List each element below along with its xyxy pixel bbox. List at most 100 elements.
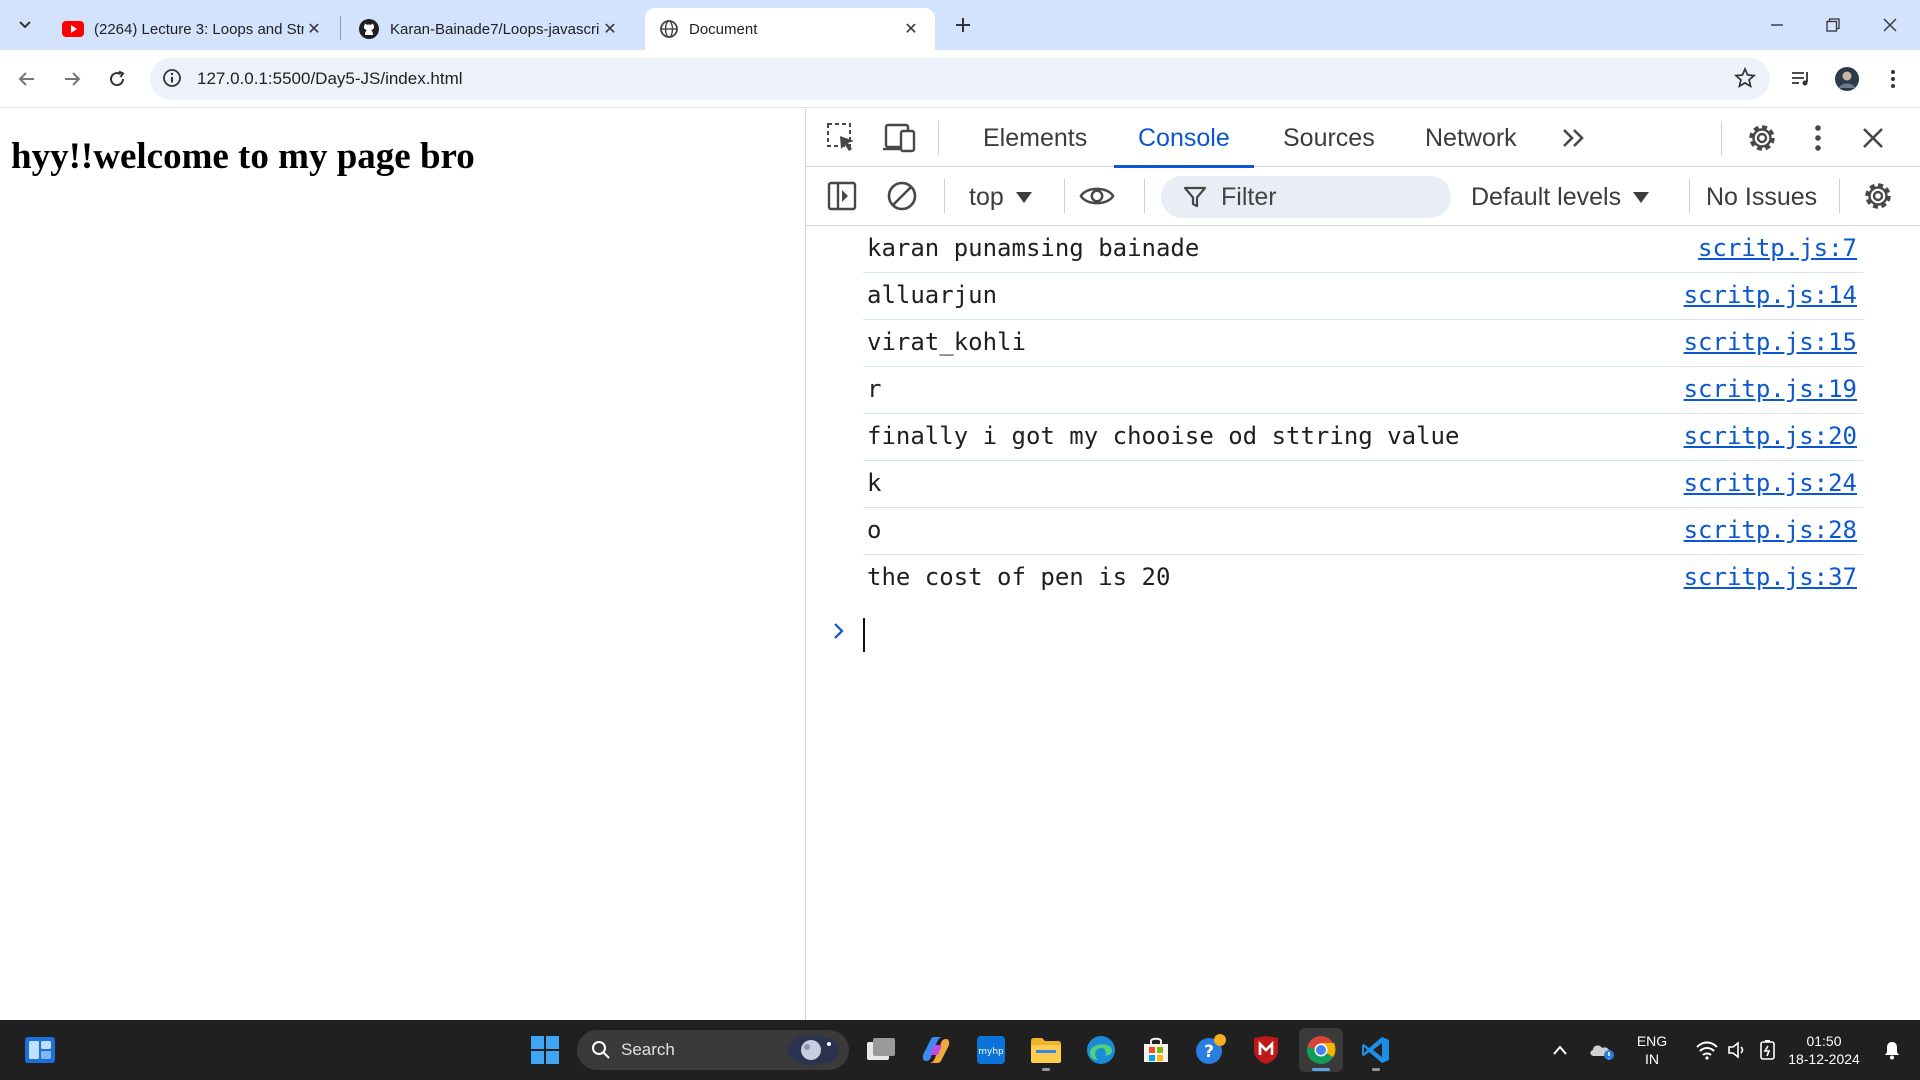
divider — [1839, 179, 1840, 213]
chrome-button[interactable] — [1299, 1028, 1343, 1072]
log-source-link[interactable]: scritp.js:28 — [1684, 516, 1857, 544]
vscode-button[interactable] — [1354, 1028, 1398, 1072]
task-view-button[interactable] — [859, 1028, 903, 1072]
filter-input[interactable]: Filter — [1161, 176, 1451, 218]
console-output: karan punamsing bainade scritp.js:7 allu… — [806, 226, 1920, 1020]
console-input-cursor[interactable] — [863, 618, 865, 652]
devtools-menu-button[interactable] — [1800, 120, 1836, 156]
log-source-link[interactable]: scritp.js:19 — [1684, 375, 1857, 403]
log-message: finally i got my chooise od sttring valu… — [867, 422, 1460, 450]
issues-counter[interactable]: No Issues — [1706, 180, 1817, 214]
volume-icon — [1728, 1041, 1744, 1059]
log-source-link[interactable]: scritp.js:15 — [1684, 328, 1857, 356]
language-code: ENG — [1636, 1033, 1668, 1049]
console-log-row: the cost of pen is 20 scritp.js:37 — [863, 555, 1863, 602]
clear-console-button[interactable] — [884, 178, 920, 214]
copilot-button[interactable] — [914, 1028, 958, 1072]
site-info-icon[interactable] — [162, 68, 182, 93]
divider — [938, 121, 939, 155]
tab-youtube[interactable]: (2264) Lecture 3: Loops and Stri ✕ — [48, 8, 338, 50]
log-source-link[interactable]: scritp.js:37 — [1684, 563, 1857, 591]
media-controls-button[interactable] — [1785, 63, 1817, 95]
forward-button[interactable] — [56, 63, 88, 95]
tab-elements[interactable]: Elements — [983, 109, 1087, 167]
clock[interactable]: 01:50 18-12-2024 — [1778, 1032, 1870, 1068]
profile-avatar[interactable] — [1831, 63, 1863, 95]
myhp-button[interactable]: myhp — [969, 1028, 1013, 1072]
tab-document[interactable]: Document ✕ — [645, 8, 935, 50]
tab-title: Karan-Bainade7/Loops-javascrip — [390, 20, 600, 38]
chevron-double-right-icon — [1563, 129, 1584, 147]
console-log-row: o scritp.js:28 — [863, 508, 1863, 555]
tab-console[interactable]: Console — [1114, 109, 1254, 168]
context-label: top — [969, 182, 1004, 211]
start-button[interactable] — [523, 1028, 567, 1072]
back-button[interactable] — [11, 63, 43, 95]
clock-time: 01:50 — [1806, 1033, 1842, 1049]
tab-search-button[interactable] — [10, 10, 40, 40]
more-vertical-icon — [1815, 125, 1821, 151]
address-bar[interactable]: 127.0.0.1:5500/Day5-JS/index.html — [150, 58, 1770, 100]
close-tab-icon[interactable]: ✕ — [901, 19, 921, 39]
gear-icon — [1865, 183, 1891, 209]
log-source-link[interactable]: scritp.js:24 — [1684, 469, 1857, 497]
inspect-element-button[interactable] — [824, 120, 860, 156]
close-window-button[interactable] — [1875, 10, 1905, 40]
restore-button[interactable] — [1818, 10, 1848, 40]
widgets-button[interactable] — [18, 1028, 62, 1072]
language-indicator[interactable]: ENG IN — [1628, 1032, 1676, 1068]
browser-menu-button[interactable] — [1877, 63, 1909, 95]
show-hidden-icons-button[interactable] — [1540, 1028, 1580, 1072]
close-devtools-button[interactable] — [1855, 120, 1891, 156]
console-prompt-chevron — [832, 618, 846, 648]
eye-icon — [1079, 187, 1115, 205]
media-queue-icon — [1792, 72, 1808, 86]
block-icon — [887, 181, 917, 211]
log-source-link[interactable]: scritp.js:7 — [1698, 234, 1857, 262]
minimize-button[interactable] — [1762, 10, 1792, 40]
context-selector[interactable]: top — [969, 180, 1032, 214]
edge-icon — [1087, 1036, 1115, 1064]
microsoft-store-button[interactable] — [1134, 1028, 1178, 1072]
tab-github[interactable]: Karan-Bainade7/Loops-javascrip ✕ — [344, 8, 634, 50]
store-icon — [1144, 1037, 1168, 1062]
file-explorer-button[interactable] — [1024, 1028, 1068, 1072]
taskbar-search[interactable]: Search — [577, 1030, 849, 1070]
console-settings-button[interactable] — [1860, 178, 1896, 214]
get-help-button[interactable]: ? — [1189, 1028, 1233, 1072]
notifications-button[interactable] — [1872, 1028, 1912, 1072]
live-expression-button[interactable] — [1079, 178, 1115, 214]
log-message: karan punamsing bainade — [867, 234, 1200, 262]
tab-network[interactable]: Network — [1425, 109, 1517, 167]
log-levels-label: Default levels — [1471, 182, 1622, 211]
help-icon: ? — [1196, 1034, 1226, 1064]
tab-sources[interactable]: Sources — [1283, 109, 1375, 167]
toggle-sidebar-button[interactable] — [824, 178, 860, 214]
caret-down-icon — [1633, 191, 1650, 203]
bookmark-star-icon[interactable] — [1733, 66, 1757, 94]
myhp-icon: myhp — [977, 1036, 1005, 1064]
console-log-row: r scritp.js:19 — [863, 367, 1863, 414]
log-source-link[interactable]: scritp.js:14 — [1684, 281, 1857, 309]
mcafee-button[interactable] — [1244, 1028, 1288, 1072]
widgets-icon — [25, 1037, 55, 1063]
onedrive-button[interactable] — [1582, 1028, 1622, 1072]
new-tab-button[interactable] — [950, 12, 976, 38]
more-tabs-button[interactable] — [1556, 120, 1592, 156]
url-text[interactable]: 127.0.0.1:5500/Day5-JS/index.html — [197, 69, 463, 89]
edge-button[interactable] — [1079, 1028, 1123, 1072]
log-levels-dropdown[interactable]: Default levels — [1471, 180, 1650, 214]
sidebar-icon — [827, 181, 857, 211]
quick-settings-button[interactable] — [1682, 1028, 1792, 1072]
windows-logo-icon — [531, 1036, 559, 1064]
divider — [944, 179, 945, 213]
log-source-link[interactable]: scritp.js:20 — [1684, 422, 1857, 450]
device-toolbar-button[interactable] — [881, 120, 917, 156]
devtools-settings-button[interactable] — [1744, 120, 1780, 156]
page-heading: hyy!!welcome to my page bro — [11, 136, 475, 177]
close-tab-icon[interactable]: ✕ — [600, 19, 620, 39]
gear-icon — [1749, 125, 1775, 151]
reload-button[interactable] — [101, 63, 133, 95]
console-log-row: finally i got my chooise od sttring valu… — [863, 414, 1863, 461]
close-tab-icon[interactable]: ✕ — [304, 19, 324, 39]
